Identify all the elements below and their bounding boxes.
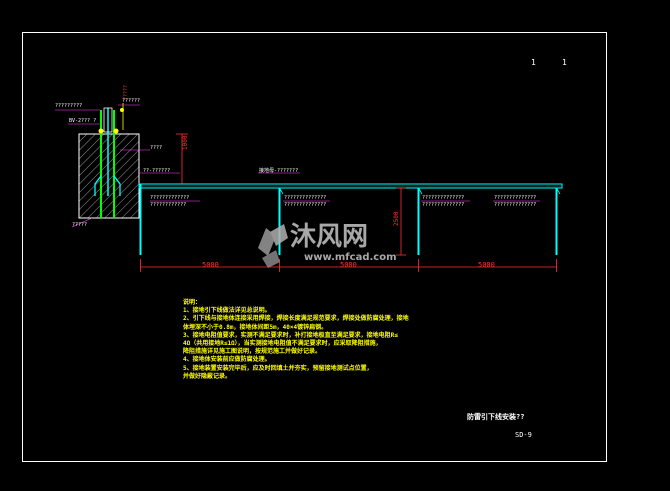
notes-line: 并做好隐蔽记录。 [183, 372, 232, 380]
notes-line: 5、接地装置安装完毕后，应及时回填土并夯实，预留接地测试点位置， [183, 364, 373, 372]
watermark-url: www.mfcad.com [304, 252, 397, 263]
drawing-title: 防雷引下线安装?? [467, 413, 525, 421]
drawing-number: SD-9 [515, 431, 532, 439]
segment-4-sub: ?????????????? [494, 202, 537, 208]
dimension-3: 5000 [478, 261, 495, 269]
notes-block: 说明： 1、接地引下线做法详见总说明。 2、引下线与接地体连接采用焊接，焊接长度… [183, 299, 409, 381]
segment-1-label: ????????????? [150, 195, 190, 201]
detail-cable-label: ??-?????? [143, 168, 171, 174]
segment-3-sub: ?????????????? [422, 202, 465, 208]
segment-2-sub: ?????????????? [284, 202, 327, 208]
notes-line: 4、接地体安装前应做防腐处理。 [183, 356, 271, 364]
detail-wire-label: BV-2??? ? [69, 118, 97, 124]
detail-depth-label: 1000 [182, 135, 189, 150]
notes-line: 4Ω（共用接地R≤1Ω），当实测接地电阻值不满足要求时，应采取降阻措施， [183, 340, 382, 348]
segment-3-label: ?????????????? [422, 195, 465, 201]
notes-line: 2、引下线与接地体连接采用焊接，焊接长度满足规范要求，焊接处做防腐处理，接地 [183, 315, 409, 323]
detail-base-label: ????? [72, 222, 88, 228]
segment-4-label: ?????????????? [494, 195, 537, 201]
watermark-logo-icon [258, 224, 288, 268]
detail-side-label: ???? [150, 145, 163, 151]
post-height-label: 2500 [393, 211, 400, 226]
segment-1-sub: ???????????? [150, 202, 187, 208]
dimension-1: 5000 [202, 261, 219, 269]
notes-line: 体埋深不小于0.8m，接地体间距5m，40×4镀锌扁钢。 [183, 323, 328, 331]
detail-elev-label: ????? [123, 84, 129, 100]
watermark-brand: 沐风网 [290, 222, 369, 252]
detail-top-label: ????????? [55, 103, 83, 109]
notes-heading: 说明： [183, 299, 202, 306]
dimension-2: 5000 [340, 261, 357, 269]
scale-right: 1 [562, 58, 567, 67]
scale-left: 1 [531, 58, 536, 67]
concrete-block [78, 133, 140, 219]
cable-top-label: 接地母-??????? [259, 168, 299, 174]
segment-2-label: ?????????????? [284, 195, 327, 201]
notes-line: 3、接地电阻值要求，实测不满足要求时，补打接地极直至满足要求，接地电阻R≤ [183, 331, 398, 339]
